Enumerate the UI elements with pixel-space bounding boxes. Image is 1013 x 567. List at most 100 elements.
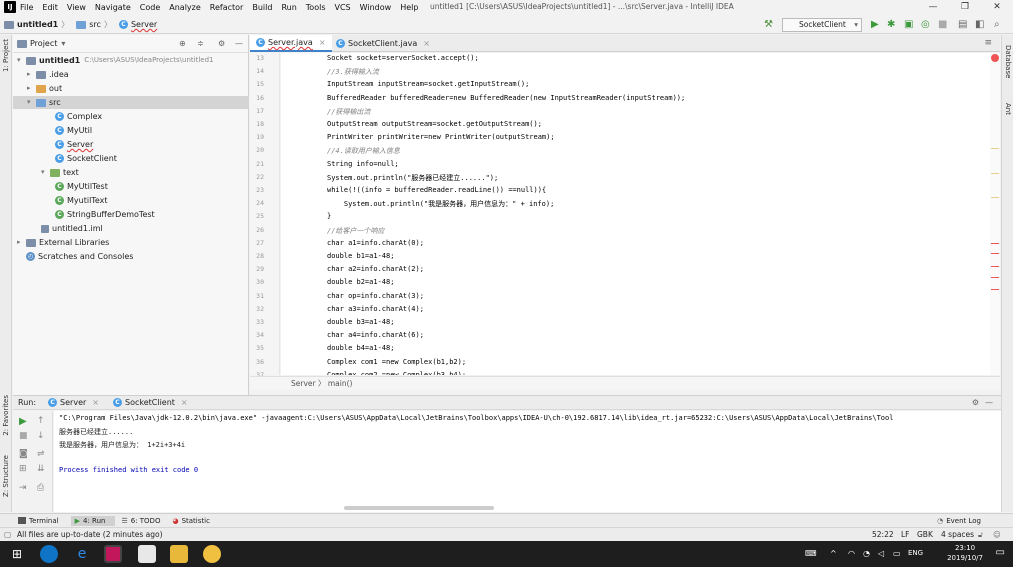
- app-icon[interactable]: [203, 545, 221, 563]
- exit-icon[interactable]: ⇥: [19, 483, 27, 493]
- close-icon[interactable]: ✕: [981, 0, 1013, 14]
- tree-item-myutiltext[interactable]: C MyutilText: [55, 194, 107, 207]
- tree-item-myutil[interactable]: C MyUtil: [55, 124, 92, 137]
- editor-breadcrumb[interactable]: Server 〉 main(): [250, 376, 1000, 390]
- lock-icon[interactable]: 🔓︎: [978, 528, 983, 541]
- close-icon[interactable]: ×: [319, 38, 326, 47]
- tab-socketclient-java[interactable]: C SocketClient.java ×: [330, 35, 436, 52]
- search-icon[interactable]: ⌕: [994, 19, 1000, 31]
- language-indicator[interactable]: ENG: [908, 549, 923, 557]
- menu-code[interactable]: Code: [140, 3, 160, 12]
- close-icon[interactable]: ×: [423, 39, 430, 48]
- menu-help[interactable]: Help: [400, 3, 418, 12]
- edge-icon[interactable]: e: [73, 545, 91, 563]
- menu-view[interactable]: View: [67, 3, 86, 12]
- print-icon[interactable]: ⎙: [37, 483, 44, 493]
- hide-icon[interactable]: —: [985, 398, 993, 407]
- breadcrumb-project[interactable]: untitled1 〉: [4, 19, 72, 30]
- database-tool-button[interactable]: Database: [1004, 45, 1012, 78]
- file-encoding[interactable]: GBK: [917, 528, 933, 541]
- caret-position[interactable]: 52:22: [872, 528, 894, 541]
- menu-tools[interactable]: Tools: [306, 3, 326, 12]
- tree-item-scratches[interactable]: ◴ Scratches and Consoles: [26, 250, 133, 263]
- project-panel-title[interactable]: Project: [30, 39, 57, 48]
- menu-file[interactable]: File: [20, 3, 33, 12]
- tree-item-stringbufferdemotest[interactable]: C StringBufferDemoTest: [55, 208, 155, 221]
- menu-run[interactable]: Run: [281, 3, 296, 12]
- battery-icon[interactable]: ▭: [893, 549, 901, 558]
- run-tool-button[interactable]: ▶ 4: Run: [70, 515, 116, 526]
- stop-icon[interactable]: ■: [938, 19, 947, 31]
- camera-icon[interactable]: ◙: [19, 449, 28, 459]
- tab-list-icon[interactable]: ≡: [984, 38, 992, 48]
- tree-item-root[interactable]: ▾ untitled1 C:\Users\ASUS\IdeaProjects\u…: [17, 54, 247, 67]
- console-scrollbar[interactable]: [344, 506, 494, 510]
- wifi-icon[interactable]: ◔: [863, 549, 870, 558]
- menu-analyze[interactable]: Analyze: [169, 3, 201, 12]
- event-log-button[interactable]: ◔ Event Log: [937, 517, 987, 525]
- clock[interactable]: 23:10 2019/10/7: [947, 543, 983, 563]
- breadcrumb-file[interactable]: C Server: [118, 20, 157, 29]
- coverage-icon[interactable]: ▣: [904, 19, 913, 31]
- hammer-icon[interactable]: ⚒: [764, 19, 773, 31]
- hide-icon[interactable]: —: [235, 39, 243, 48]
- structure-tool-button[interactable]: Z: Structure: [2, 455, 10, 497]
- tree-item-out[interactable]: ▸ out: [27, 82, 62, 95]
- locate-icon[interactable]: ⊕: [179, 39, 186, 48]
- menu-navigate[interactable]: Navigate: [95, 3, 131, 12]
- scroll-to-end-icon[interactable]: ⇊: [37, 464, 45, 474]
- ant-tool-button[interactable]: Ant: [1004, 103, 1012, 115]
- tree-item-text[interactable]: ▾ text: [41, 166, 79, 179]
- input-method-icon[interactable]: ⌨: [805, 549, 817, 558]
- debug-icon[interactable]: ✱: [887, 19, 895, 31]
- close-icon[interactable]: ×: [92, 398, 99, 407]
- stop-icon[interactable]: ■: [19, 431, 28, 441]
- menu-vcs[interactable]: VCS: [335, 3, 351, 12]
- tree-item-socketclient[interactable]: C SocketClient: [55, 152, 117, 165]
- file-explorer-icon[interactable]: [170, 545, 188, 563]
- soft-wrap-icon[interactable]: ⇌: [37, 449, 45, 459]
- run-tab-socketclient[interactable]: C SocketClient ×: [112, 398, 188, 407]
- project-structure-icon[interactable]: ▤: [958, 19, 967, 31]
- arrow-down-icon[interactable]: ↓: [37, 431, 45, 441]
- edge-legacy-icon[interactable]: [40, 545, 58, 563]
- menu-window[interactable]: Window: [360, 3, 392, 12]
- favorites-tool-button[interactable]: 2: Favorites: [2, 395, 10, 436]
- collapse-icon[interactable]: ≑: [197, 39, 204, 48]
- minimize-icon[interactable]: —: [917, 0, 949, 14]
- status-toggle-icon[interactable]: ▢: [4, 528, 11, 541]
- gear-icon[interactable]: ⚙: [972, 398, 979, 407]
- tree-item-src[interactable]: ▾ src: [13, 96, 249, 109]
- run-icon[interactable]: ▶: [871, 19, 879, 31]
- tree-item-myutiltest[interactable]: C MyUtilTest: [55, 180, 108, 193]
- restore-layout-icon[interactable]: ⊞: [19, 464, 27, 474]
- line-separator[interactable]: LF: [901, 528, 910, 541]
- network-icon[interactable]: ◠: [848, 549, 855, 558]
- chevron-up-icon[interactable]: ^: [830, 549, 837, 558]
- tree-item-iml[interactable]: untitled1.iml: [41, 222, 103, 235]
- run-console[interactable]: "C:\Program Files\Java\jdk-12.0.2\bin\ja…: [54, 411, 1001, 512]
- error-indicator-icon[interactable]: [991, 54, 999, 62]
- close-icon[interactable]: ×: [181, 398, 188, 407]
- windows-start-icon[interactable]: ⊞: [8, 545, 26, 563]
- sdk-icon[interactable]: ◧: [975, 19, 984, 31]
- tree-item-idea[interactable]: ▸ .idea: [27, 68, 69, 81]
- menu-edit[interactable]: Edit: [42, 3, 58, 12]
- maximize-icon[interactable]: ❐: [949, 0, 981, 14]
- typora-icon[interactable]: [138, 545, 156, 563]
- menu-refactor[interactable]: Refactor: [210, 3, 244, 12]
- indent-setting[interactable]: 4 spaces: [941, 528, 974, 541]
- arrow-up-icon[interactable]: ↑: [37, 416, 45, 426]
- statistic-tool-button[interactable]: ◕ Statistic: [172, 517, 215, 525]
- volume-icon[interactable]: ◁: [878, 549, 884, 558]
- chevron-down-icon[interactable]: ▾: [61, 39, 65, 48]
- breadcrumb-src[interactable]: src 〉: [76, 19, 115, 30]
- menu-build[interactable]: Build: [252, 3, 272, 12]
- terminal-tool-button[interactable]: Terminal: [18, 517, 65, 525]
- intellij-taskbar-icon[interactable]: [104, 545, 122, 563]
- tree-item-server[interactable]: C Server: [55, 138, 93, 151]
- inspector-icon[interactable]: ☺: [993, 528, 1001, 541]
- profile-icon[interactable]: ◎: [921, 19, 930, 31]
- run-config-select[interactable]: SocketClient ▾: [782, 18, 862, 32]
- todo-tool-button[interactable]: ☰ 6: TODO: [121, 517, 166, 525]
